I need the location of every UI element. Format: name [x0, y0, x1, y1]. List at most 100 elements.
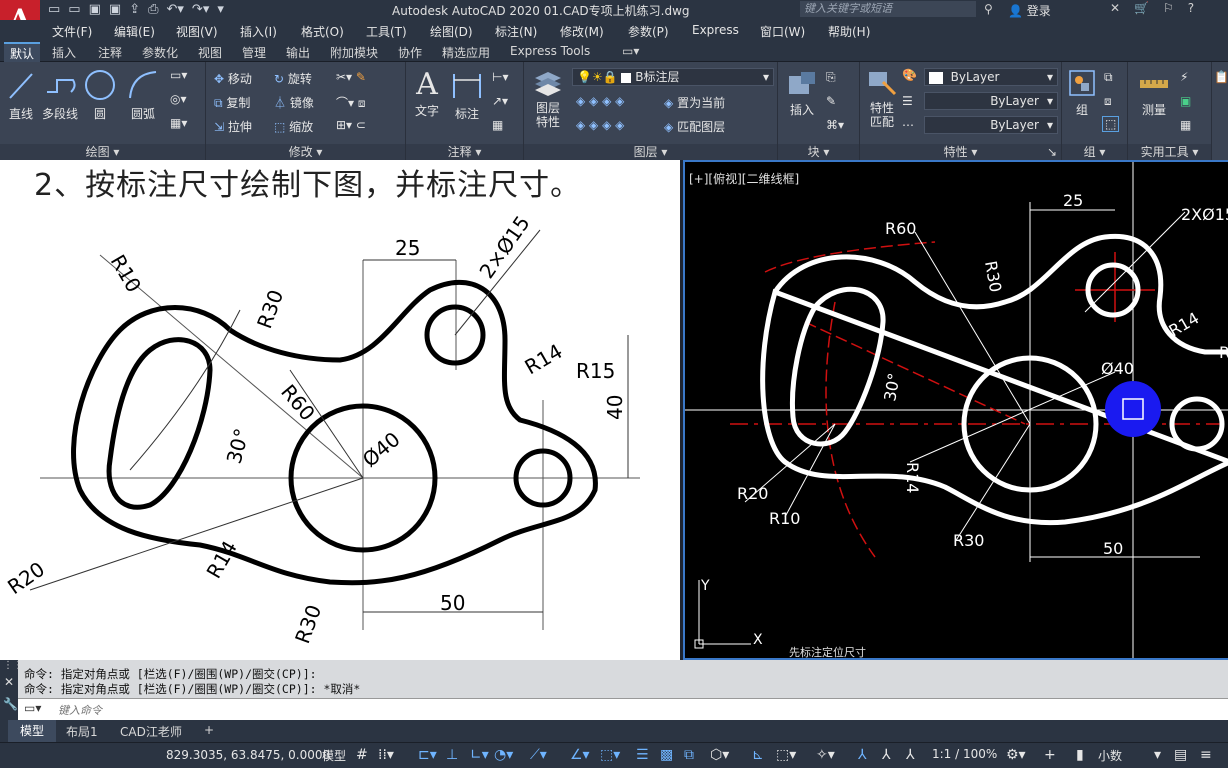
layer-tools-row2[interactable]: ◈ ◈ ◈ ◈ — [576, 118, 624, 132]
close-x-icon[interactable]: ✕ — [1110, 1, 1120, 15]
ortho-icon[interactable]: ∟▾ — [470, 747, 489, 763]
text-button[interactable]: A 文字 — [412, 68, 442, 119]
linetype-select[interactable]: ByLayer ▾ — [924, 116, 1058, 134]
panel-properties-title[interactable]: 特性 ▾ ↘ — [860, 144, 1061, 160]
current-layer-select[interactable]: 💡☀🔒 B标注层 ▾ — [572, 68, 774, 86]
3d-osnap-icon[interactable]: ⬡▾ — [710, 747, 729, 763]
fillet-icon[interactable]: ⌒▾ ⧈ — [336, 94, 365, 111]
calculator-icon[interactable]: ▦ — [1180, 118, 1191, 132]
lineweight-toggle-icon[interactable]: ☰ — [636, 747, 649, 763]
trim-icon[interactable]: ✂▾ ✎ — [336, 70, 366, 84]
annotation-scale-icon[interactable]: ⅄ — [906, 747, 915, 763]
binoculars-icon[interactable]: ⚲ — [984, 2, 993, 16]
edit-block-icon[interactable]: ✎ — [826, 94, 836, 108]
stretch-button[interactable]: ⇲ 拉伸 — [214, 118, 252, 135]
workspace-gear-icon[interactable]: ⚙▾ — [1006, 747, 1026, 763]
ungroup-icon[interactable]: ⧉ — [1104, 70, 1113, 85]
linear-dim-icon[interactable]: ⊢▾ — [492, 70, 508, 84]
panel-annotation-title[interactable]: 注释 ▾ — [406, 144, 523, 160]
osnap-icon[interactable]: ⬚▾ — [600, 747, 620, 763]
menu-tools[interactable]: 工具(T) — [366, 23, 407, 40]
menu-parametric[interactable]: 参数(P) — [628, 23, 669, 40]
tab-insert[interactable]: 插入 — [52, 44, 76, 61]
copy-button[interactable]: ⧉ 复制 — [214, 94, 250, 111]
snap-icon[interactable]: ⁞⁞▾ — [378, 747, 394, 763]
menu-help[interactable]: 帮助(H) — [828, 23, 870, 40]
mirror-button[interactable]: ⏃ 镜像 — [274, 94, 314, 111]
linetype-icon[interactable]: ⋯ — [902, 118, 914, 132]
lineweight-icon[interactable]: ☰ — [902, 94, 913, 108]
command-input[interactable] — [58, 702, 1218, 718]
tab-parametric[interactable]: 参数化 — [142, 44, 178, 61]
block-attribute-icon[interactable]: ⌘▾ — [826, 118, 844, 132]
export-icon[interactable]: ⇪ — [129, 2, 140, 17]
menu-draw[interactable]: 绘图(D) — [430, 23, 473, 40]
wrench-icon[interactable]: 🔧 — [0, 697, 18, 711]
group-edit-icon[interactable]: ⧈ — [1104, 94, 1112, 109]
circle-button[interactable]: 圆 — [82, 68, 118, 122]
tab-view[interactable]: 视图 — [198, 44, 222, 61]
share-icon[interactable]: ⚐ — [1163, 1, 1174, 15]
menu-dimension[interactable]: 标注(N) — [495, 23, 537, 40]
annotation-visibility-icon[interactable]: ⅄ — [858, 747, 867, 763]
tab-output[interactable]: 输出 — [286, 44, 310, 61]
paste-icon[interactable]: 📋 — [1214, 70, 1228, 84]
open-file-icon[interactable]: ▭ — [68, 2, 80, 17]
layer-properties-button[interactable]: 图层 特性 — [530, 68, 566, 129]
save-icon[interactable]: ▣ — [89, 2, 101, 17]
quick-select-icon[interactable]: ⚡ — [1180, 70, 1188, 84]
units-value[interactable]: 小数 — [1098, 747, 1122, 764]
grid-icon[interactable]: # — [356, 747, 368, 763]
rectangle-icon[interactable]: ▭▾ — [170, 68, 187, 82]
tab-featured-apps[interactable]: 精选应用 — [442, 44, 490, 61]
menu-edit[interactable]: 编辑(E) — [114, 23, 155, 40]
close-icon[interactable]: ✕ — [0, 675, 18, 689]
leader-icon[interactable]: ↗▾ — [492, 94, 508, 108]
tab-collaborate[interactable]: 协作 — [398, 44, 422, 61]
panel-utilities-title[interactable]: 实用工具 ▾ — [1128, 144, 1211, 160]
cart-icon[interactable]: 🛒 — [1134, 1, 1149, 15]
panel-groups-title[interactable]: 组 ▾ — [1062, 144, 1127, 160]
tab-express-tools[interactable]: Express Tools — [510, 44, 590, 58]
menu-modify[interactable]: 修改(M) — [560, 23, 604, 40]
tab-addins[interactable]: 附加模块 — [330, 44, 378, 61]
panel-draw-title[interactable]: 绘图 ▾ — [0, 144, 205, 160]
gizmo-icon[interactable]: ✧▾ — [816, 747, 835, 763]
menu-file[interactable]: 文件(F) — [52, 23, 92, 40]
print-icon[interactable]: ⎙ — [148, 2, 158, 17]
cursor-coordinates[interactable]: 829.3035, 63.8475, 0.0000 — [166, 748, 330, 762]
match-properties-button[interactable]: 特性 匹配 — [864, 68, 900, 129]
move-button[interactable]: ✥ 移动 — [214, 70, 252, 87]
gradient-icon[interactable]: ▦▾ — [170, 116, 187, 130]
tab-annotate[interactable]: 注释 — [98, 44, 122, 61]
panel-block-title[interactable]: 块 ▾ — [778, 144, 859, 160]
command-prompt-icon[interactable]: ▭▾ — [24, 701, 41, 715]
tab-extra-icon[interactable]: ▭▾ — [622, 44, 639, 58]
auto-scale-icon[interactable]: ⅄ — [882, 747, 891, 763]
annotation-monitor-icon[interactable]: + — [1044, 747, 1056, 763]
quick-properties-icon[interactable]: ▤ — [1174, 747, 1187, 763]
infer-constraints-icon[interactable]: ⊏▾ — [418, 747, 437, 763]
menu-insert[interactable]: 插入(I) — [240, 23, 277, 40]
transparency-icon[interactable]: ▩ — [660, 747, 673, 763]
group-button[interactable]: 组 — [1066, 68, 1098, 118]
lineweight-select[interactable]: ByLayer ▾ — [924, 92, 1058, 110]
color-wheel-icon[interactable]: 🎨 — [902, 68, 917, 82]
measure-button[interactable]: 测量 — [1134, 68, 1174, 118]
insert-block-button[interactable]: 插入 — [784, 68, 820, 118]
dynamic-ucs-icon[interactable]: ⊾ — [752, 747, 764, 763]
chevron-down-icon[interactable]: ▾ — [1154, 747, 1161, 763]
panel-layers-title[interactable]: 图层 ▾ — [524, 144, 777, 160]
model-space-button[interactable]: 模型 — [322, 747, 346, 764]
menu-view[interactable]: 视图(V) — [176, 23, 218, 40]
units-icon[interactable]: ▮ — [1076, 747, 1084, 763]
panel-modify-title[interactable]: 修改 ▾ — [206, 144, 405, 160]
menu-format[interactable]: 格式(O) — [301, 23, 344, 40]
help-icon[interactable]: ? — [1188, 1, 1194, 15]
customization-icon[interactable]: ≡ — [1200, 747, 1212, 763]
tab-model[interactable]: 模型 — [8, 720, 57, 742]
tab-home[interactable]: 默认 — [4, 42, 41, 62]
login-button[interactable]: 👤 登录 — [1008, 2, 1051, 19]
menu-express[interactable]: Express — [692, 23, 739, 37]
polyline-button[interactable]: 多段线 — [40, 68, 80, 122]
